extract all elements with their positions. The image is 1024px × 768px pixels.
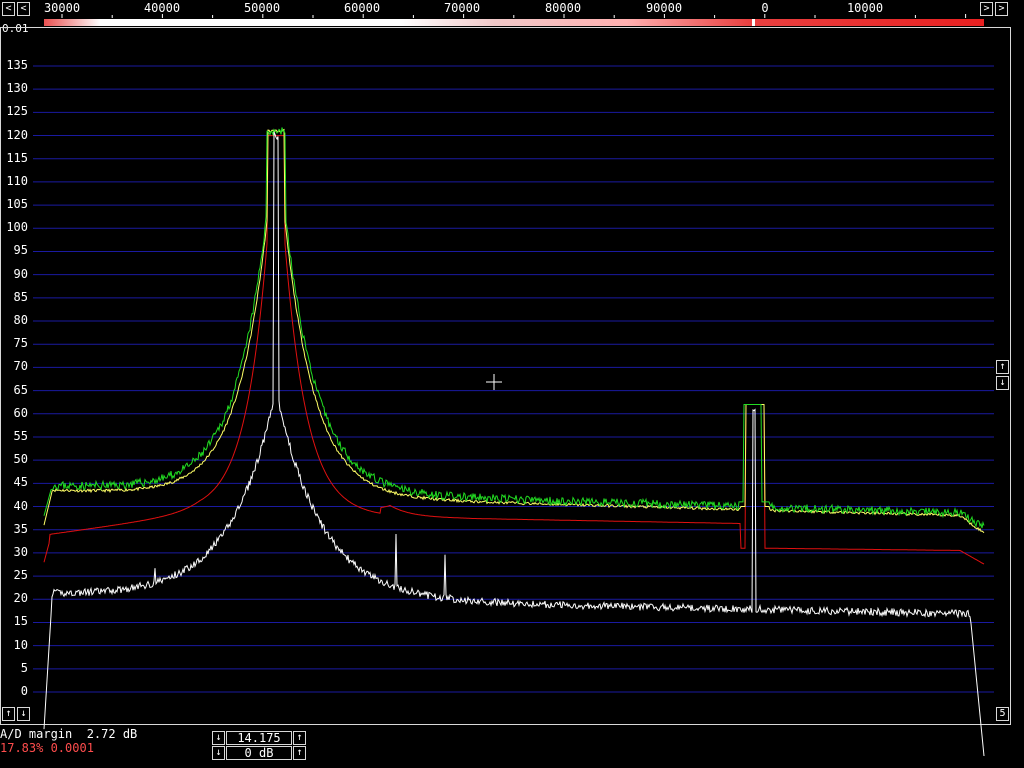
y-axis-label: 30 [13, 544, 28, 559]
y-axis-label: 95 [13, 243, 28, 258]
ad-margin-text: A/D margin 2.72 dB [0, 727, 138, 741]
trace-green [43, 127, 985, 529]
y-axis-label: 55 [13, 428, 28, 443]
y-axis-label: 25 [13, 568, 28, 583]
y-axis-label: 115 [6, 150, 28, 165]
y-axis-label: 135 [6, 58, 28, 72]
percent-text: 17.83% 0.0001 [0, 741, 94, 755]
y-axis-label: 10 [13, 637, 28, 652]
y-axis-label: 100 [6, 220, 28, 235]
gain-down-button[interactable]: ↓ [212, 746, 225, 760]
offset-down-button[interactable]: ↓ [17, 707, 30, 721]
plot-border [0, 27, 1011, 725]
y-axis-label: 70 [13, 359, 28, 374]
offset-up-button[interactable]: ↑ [2, 707, 15, 721]
y-axis-label: 15 [13, 614, 28, 629]
y-axis-label: 125 [6, 104, 28, 119]
y-axis-label: 20 [13, 591, 28, 606]
right-bottom-box[interactable]: 5 [996, 707, 1009, 721]
y-axis-label: 5 [20, 660, 28, 675]
gain-value: 0 dB [226, 746, 292, 760]
y-axis-label: 50 [13, 452, 28, 467]
trace-yellow [43, 128, 985, 534]
gain-up-button[interactable]: ↑ [293, 746, 306, 760]
trace-white [43, 131, 985, 757]
y-axis-label: 120 [6, 127, 28, 142]
y-axis-label: 60 [13, 405, 28, 420]
scale-up-button[interactable]: ↑ [996, 360, 1009, 374]
y-axis-label: 45 [13, 475, 28, 490]
trace-red [43, 135, 985, 565]
y-axis-label: 65 [13, 382, 28, 397]
level-value: 14.175 [226, 731, 292, 745]
y-axis-label: 130 [6, 81, 28, 96]
level-down-button[interactable]: ↓ [212, 731, 225, 745]
y-axis-label: 75 [13, 336, 28, 351]
y-axis-label: 80 [13, 313, 28, 328]
y-axis-label: 90 [13, 266, 28, 281]
scale-down-button[interactable]: ↓ [996, 376, 1009, 390]
y-axis-label: 85 [13, 289, 28, 304]
y-axis-label: 0 [20, 684, 28, 698]
level-up-button[interactable]: ↑ [293, 731, 306, 745]
y-axis-label: 110 [6, 173, 28, 188]
y-axis-label: 35 [13, 521, 28, 536]
y-axis-label: 105 [6, 197, 28, 212]
y-axis-label: 40 [13, 498, 28, 513]
spectrum-plot [0, 27, 1011, 757]
